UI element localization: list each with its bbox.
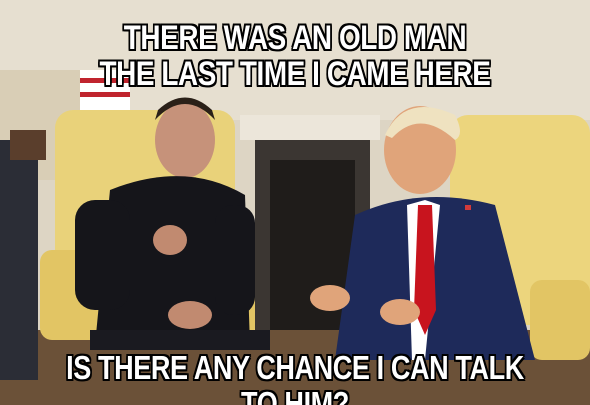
left-figure-head (155, 102, 215, 178)
bottom-caption-line: IS THERE ANY CHANCE I CAN TALK TO HIM? (66, 349, 524, 405)
bottom-caption: IS THERE ANY CHANCE I CAN TALK TO HIM? (53, 350, 537, 405)
top-caption: THERE WAS AN OLD MAN THE LAST TIME I CAM… (53, 20, 537, 92)
side-person (0, 140, 38, 380)
fireplace-mantel (240, 115, 380, 140)
top-caption-line-1: THERE WAS AN OLD MAN (123, 19, 467, 57)
meme-image: THERE WAS AN OLD MAN THE LAST TIME I CAM… (0, 0, 590, 405)
top-caption-line-2: THE LAST TIME I CAME HERE (99, 55, 491, 93)
